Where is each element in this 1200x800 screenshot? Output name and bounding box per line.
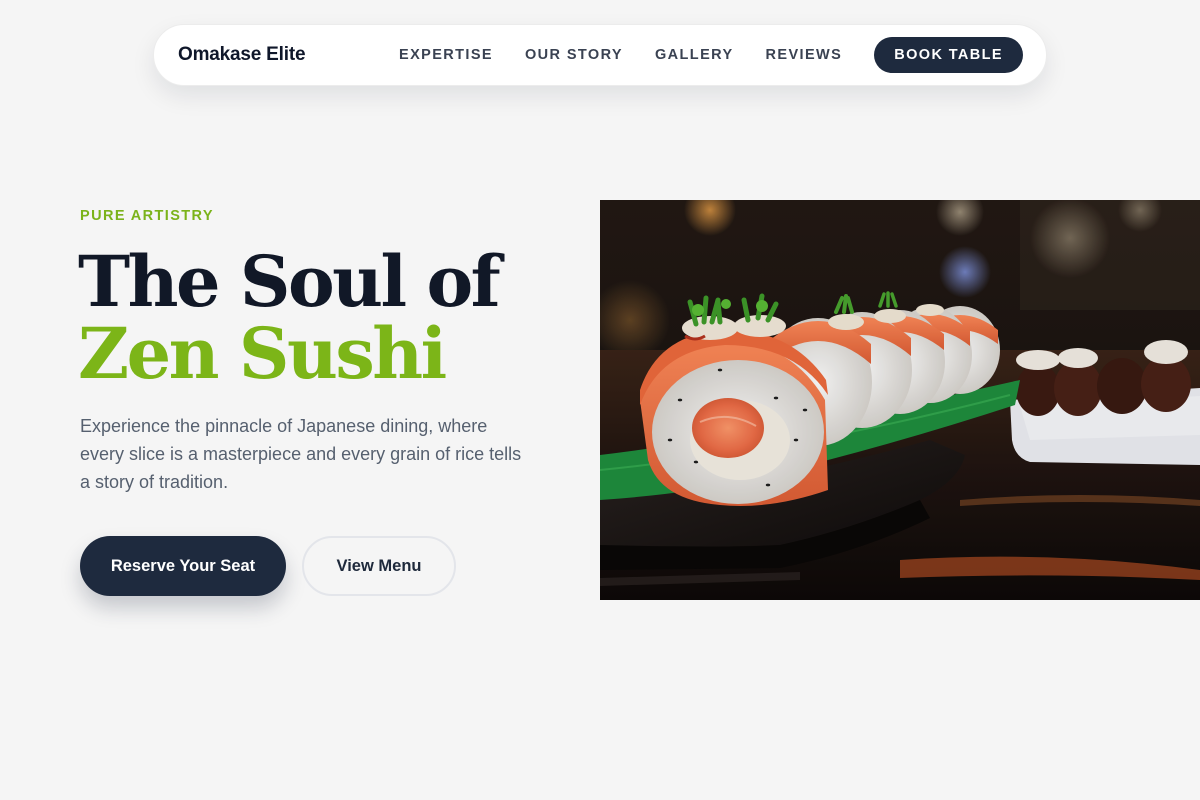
- book-table-button[interactable]: BOOK TABLE: [874, 37, 1023, 73]
- brand-logo-text[interactable]: Omakase Elite: [178, 44, 306, 66]
- nav-link-gallery[interactable]: GALLERY: [655, 47, 734, 63]
- hero-headline: The Soul of Zen Sushi: [78, 240, 501, 395]
- sushi-illustration: [600, 200, 1200, 600]
- nav-link-reviews[interactable]: REVIEWS: [766, 47, 843, 63]
- hero-headline-line-1: The Soul of: [78, 240, 501, 323]
- reserve-seat-button[interactable]: Reserve Your Seat: [80, 536, 286, 596]
- nav-links: EXPERTISE OUR STORY GALLERY REVIEWS BOOK…: [399, 37, 1023, 73]
- hero-eyebrow: PURE ARTISTRY: [80, 208, 214, 224]
- hero-sushi-image: [600, 200, 1200, 600]
- nav-link-expertise[interactable]: EXPERTISE: [399, 47, 493, 63]
- view-menu-button[interactable]: View Menu: [302, 536, 456, 596]
- top-navbar: Omakase Elite EXPERTISE OUR STORY GALLER…: [153, 24, 1047, 86]
- nav-link-our-story[interactable]: OUR STORY: [525, 47, 623, 63]
- hero-description: Experience the pinnacle of Japanese dini…: [80, 416, 522, 492]
- hero-headline-line-2: Zen Sushi: [78, 312, 447, 395]
